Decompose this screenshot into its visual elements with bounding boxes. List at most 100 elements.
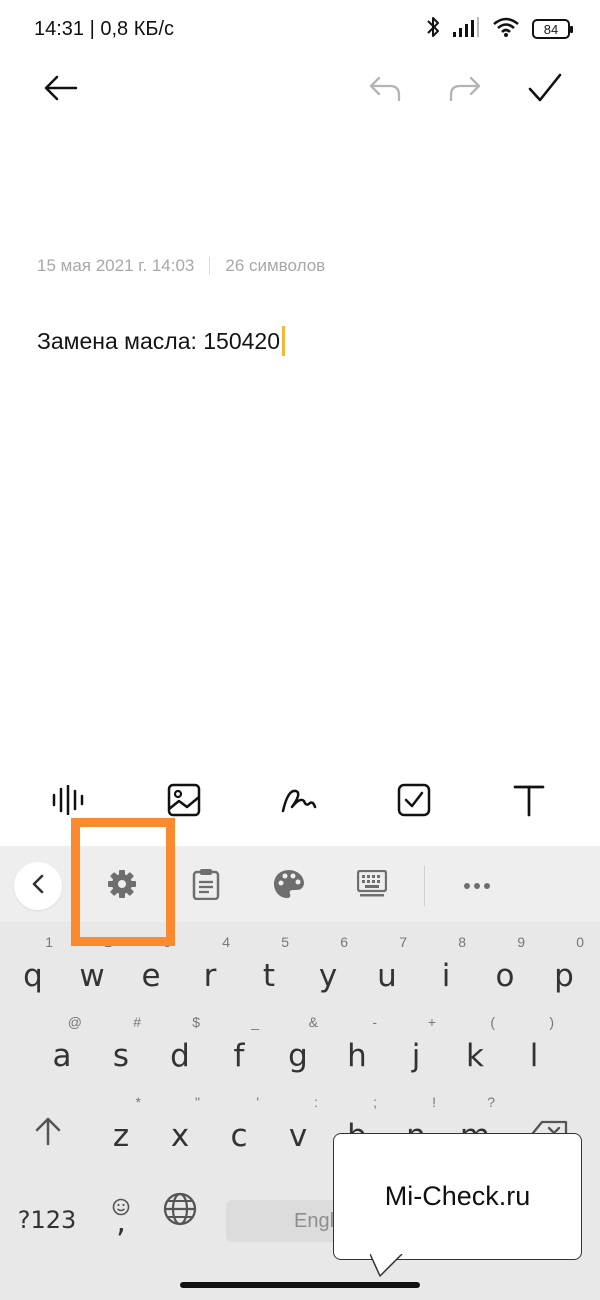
back-button[interactable] [33,62,89,118]
keyboard-layout-button[interactable] [348,862,396,910]
emoji-icon [112,1188,130,1224]
key-label: r [203,958,217,994]
key-hint: 7 [399,934,407,950]
key-label: ?123 [17,1206,77,1234]
key-hint: ) [549,1014,554,1030]
note-char-count: 26 символов [225,256,326,275]
key-label: s [112,1038,130,1074]
key-f[interactable]: _ f [211,1012,267,1086]
language-key[interactable] [152,1172,208,1246]
key-l[interactable]: ) l [506,1012,562,1086]
key-label: l [529,1038,539,1074]
key-c[interactable]: ' c [211,1092,267,1166]
key-label: q [23,958,43,994]
key-g[interactable]: & g [270,1012,326,1086]
key-x[interactable]: " x [152,1092,208,1166]
key-hint: ! [432,1094,436,1110]
key-label: k [466,1038,484,1074]
key-hint: ( [490,1014,495,1030]
key-label: g [288,1038,308,1074]
bluetooth-icon [426,15,440,44]
note-date: 15 мая 2021 г. 14:03 [37,256,195,275]
key-hint: _ [251,1014,259,1030]
key-t[interactable]: 5t [241,932,297,1006]
key-hint: 6 [340,934,348,950]
more-icon [463,877,491,895]
undo-icon [368,74,402,107]
key-hint: ? [487,1094,495,1110]
note-text[interactable]: Замена масла: 150420 [37,328,280,355]
key-hint: - [372,1014,377,1030]
key-label: p [554,958,574,994]
note-meta: 15 мая 2021 г. 14:03 26 символов [37,256,325,276]
highlight-box [71,818,175,946]
battery-indicator: 84 [532,19,573,39]
key-hint: # [133,1014,141,1030]
key-hint: 5 [281,934,289,950]
shift-key[interactable] [20,1092,76,1166]
key-p[interactable]: 0p [536,932,592,1006]
key-hint: " [195,1094,200,1110]
editor-topbar [0,62,600,118]
keyboard-icon [356,869,388,903]
key-hint: & [308,1014,318,1030]
key-i[interactable]: 8i [418,932,474,1006]
status-time: 14:31 | 0,8 КБ/с [34,18,175,40]
key-y[interactable]: 6y [300,932,356,1006]
checklist-button[interactable] [390,778,438,826]
key-label: c [230,1118,248,1154]
numbers-key[interactable]: ?123 [12,1172,82,1246]
watermark-text: Mi-Check.ru [384,1181,531,1211]
key-v[interactable]: :v [270,1092,326,1166]
key-hint: 4 [222,934,230,950]
text-format-button[interactable] [505,778,553,826]
home-indicator[interactable] [180,1282,420,1288]
watermark-callout: Mi-Check.ru [333,1133,582,1260]
handwriting-icon [280,785,318,820]
key-label: t [262,958,276,994]
palette-icon [273,869,305,904]
key-hint: 0 [576,934,584,950]
handwriting-button[interactable] [275,778,323,826]
key-hint: + [427,1014,436,1030]
globe-icon [163,1192,197,1234]
theme-button[interactable] [265,862,313,910]
done-button[interactable] [517,62,573,118]
note-body[interactable]: Замена масла: 150420 [37,326,286,356]
key-label: e [141,958,161,994]
key-r[interactable]: 4r [182,932,238,1006]
status-icons: 84 [426,14,573,44]
key-hint: $ [192,1014,200,1030]
key-z[interactable]: * z [93,1092,149,1166]
key-label: w [79,958,105,994]
image-icon [167,783,201,822]
key-label: d [170,1038,190,1074]
key-a[interactable]: @ a [34,1012,90,1086]
key-label: y [318,958,338,994]
key-u[interactable]: 7u [359,932,415,1006]
key-k[interactable]: (k [447,1012,503,1086]
emoji-comma-key[interactable]: , [93,1172,149,1246]
key-hint: : [314,1094,318,1110]
key-h[interactable]: -h [329,1012,385,1086]
checkmark-icon [528,73,562,108]
toolbar-divider [424,866,425,906]
undo-button[interactable] [357,62,413,118]
more-options-button[interactable] [453,862,501,910]
text-cursor [282,326,286,356]
key-label: x [170,1118,190,1154]
key-d[interactable]: $ d [152,1012,208,1086]
redo-button[interactable] [437,62,493,118]
clipboard-button[interactable] [182,862,230,910]
meta-divider [209,257,211,275]
key-label: h [347,1038,367,1074]
key-o[interactable]: 9o [477,932,533,1006]
key-j[interactable]: + j [388,1012,444,1086]
key-hint: 9 [517,934,525,950]
key-s[interactable]: # s [93,1012,149,1086]
key-label: u [377,958,397,994]
checklist-icon [397,783,431,822]
key-q[interactable]: 1q [5,932,61,1006]
key-hint: @ [67,1014,82,1030]
keyboard-collapse-button[interactable] [14,862,62,910]
